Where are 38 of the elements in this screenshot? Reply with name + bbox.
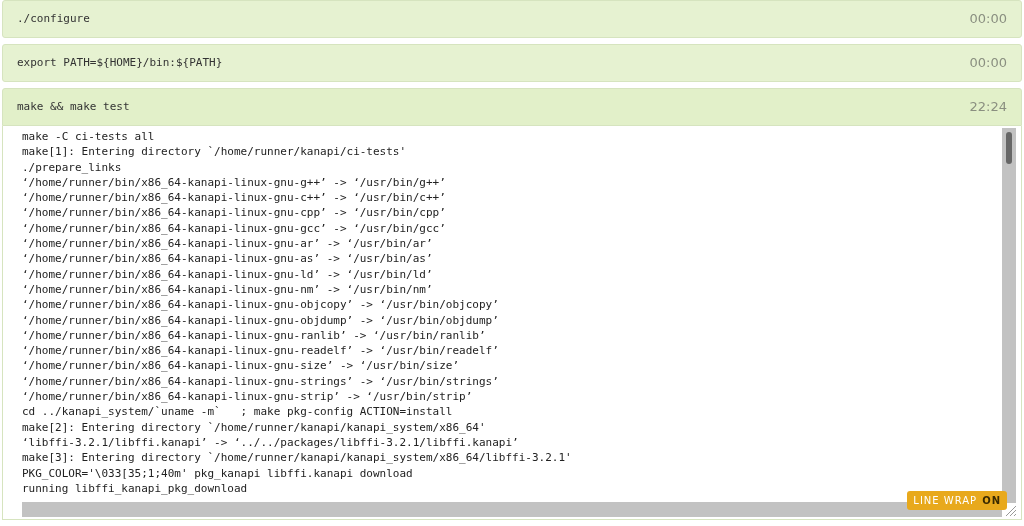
step-duration: 00:00 bbox=[969, 10, 1007, 29]
log-line: cd ../kanapi_system/`uname -m` ; make pkg-config ACTION=install bbox=[22, 404, 453, 420]
log-line: ‘/home/runner/bin/x86_64-kanapi-linux-gnu-ar’ -> ‘/usr/bin/ar’ bbox=[22, 236, 433, 252]
log-line: ‘/home/runner/bin/x86_64-kanapi-linux-gnu-readelf’ -> ‘/usr/bin/readelf’ bbox=[22, 343, 499, 359]
log-line: running libffi_kanapi_pkg_download bbox=[22, 480, 248, 497]
log-line: ./prepare_links bbox=[22, 159, 122, 175]
horizontal-scrollbar[interactable] bbox=[22, 502, 1002, 517]
log-line: ‘/home/runner/bin/x86_64-kanapi-linux-gnu-strip’ -> ‘/usr/bin/strip’ bbox=[22, 389, 473, 405]
log-line: ‘/home/runner/bin/x86_64-kanapi-linux-gnu-objcopy’ -> ‘/usr/bin/objcopy’ bbox=[22, 297, 499, 313]
step-command: ./configure bbox=[17, 10, 90, 27]
log-line: ‘/home/runner/bin/x86_64-kanapi-linux-gnu-ranlib’ -> ‘/usr/bin/ranlib’ bbox=[22, 327, 486, 344]
log-line: ‘/home/runner/bin/x86_64-kanapi-linux-gnu-ld’ -> ‘/usr/bin/ld’ bbox=[22, 266, 433, 282]
line-wrap-toggle[interactable]: LINE WRAP ON bbox=[907, 491, 1007, 510]
log-line: ‘/home/runner/bin/x86_64-kanapi-linux-gnu-objdump’ -> ‘/usr/bin/objdump’ bbox=[22, 312, 499, 328]
log-line: ‘/home/runner/bin/x86_64-kanapi-linux-gnu-c++’ -> ‘/usr/bin/c++’ bbox=[22, 190, 446, 206]
resize-grip-icon[interactable] bbox=[1003, 503, 1017, 517]
step-header[interactable]: ./configure 00:00 bbox=[2, 0, 1022, 38]
log-line: PKG_COLOR='\033[35;1;40m' pkg_kanapi libffi.kanapi download bbox=[22, 465, 413, 481]
log-line: ‘/home/runner/bin/x86_64-kanapi-linux-gnu-gcc’ -> ‘/usr/bin/gcc’ bbox=[22, 220, 446, 237]
step-header[interactable]: make && make test 22:24 bbox=[2, 88, 1022, 126]
step-duration: 00:00 bbox=[969, 54, 1007, 73]
log-line: ‘/home/runner/bin/x86_64-kanapi-linux-gnu-as’ -> ‘/usr/bin/as’ bbox=[22, 251, 433, 267]
log-line: make[3]: Entering directory `/home/runner/kanapi/kanapi_system/x86_64/libffi-3.2.1' bbox=[22, 450, 572, 466]
log-line: ‘/home/runner/bin/x86_64-kanapi-linux-gnu-size’ -> ‘/usr/bin/size’ bbox=[22, 358, 460, 374]
log-line: make[2]: Entering directory `/home/runner/kanapi/kanapi_system/x86_64' bbox=[22, 419, 486, 435]
log-line: ‘/home/runner/bin/x86_64-kanapi-linux-gnu-cpp’ -> ‘/usr/bin/cpp’ bbox=[22, 205, 446, 221]
log-line: ‘/home/runner/bin/x86_64-kanapi-linux-gnu-nm’ -> ‘/usr/bin/nm’ bbox=[22, 281, 433, 298]
step-duration: 22:24 bbox=[969, 98, 1007, 117]
log-line: ‘/home/runner/bin/x86_64-kanapi-linux-gnu-strings’ -> ‘/usr/bin/strings’ bbox=[22, 373, 499, 390]
log-line: ‘/home/runner/bin/x86_64-kanapi-linux-gnu-g++’ -> ‘/usr/bin/g++’ bbox=[22, 174, 446, 191]
step-command: make && make test bbox=[17, 98, 130, 115]
log-line: ‘libffi-3.2.1/libffi.kanapi’ -> ‘../../packages/libffi-3.2.1/libffi.kanapi’ bbox=[22, 434, 519, 451]
log-line: make -C ci-tests all bbox=[22, 129, 155, 145]
scrollbar-thumb[interactable] bbox=[1006, 132, 1012, 164]
step-command: export PATH=${HOME}/bin:${PATH} bbox=[17, 54, 223, 71]
log-line: make[1]: Entering directory `/home/runner/kanapi/ci-tests' bbox=[22, 144, 407, 160]
vertical-scrollbar[interactable] bbox=[1002, 128, 1016, 503]
step-header[interactable]: export PATH=${HOME}/bin:${PATH} 00:00 bbox=[2, 44, 1022, 82]
